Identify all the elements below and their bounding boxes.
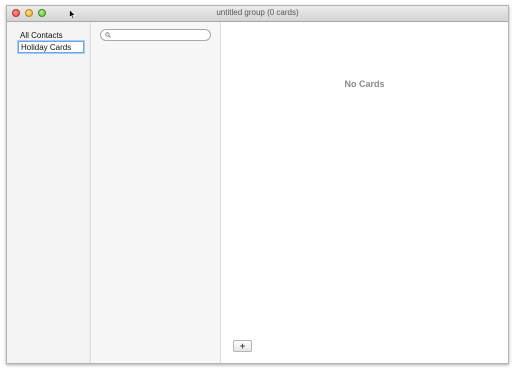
window-content: All Contacts No Cards + [7, 22, 508, 363]
search-field[interactable] [100, 29, 211, 41]
search-icon [105, 32, 111, 38]
window-title: untitled group (0 cards) [216, 8, 299, 17]
card-detail-pane: No Cards + [221, 22, 508, 363]
title-bar[interactable]: untitled group (0 cards) [7, 6, 508, 22]
search-input[interactable] [114, 30, 208, 40]
cards-list-pane [91, 22, 221, 363]
contacts-window: untitled group (0 cards) All Contacts No… [6, 5, 509, 364]
groups-sidebar: All Contacts [7, 22, 91, 363]
add-card-button[interactable]: + [233, 340, 252, 352]
mouse-pointer-icon [69, 9, 76, 20]
group-name-field[interactable] [18, 41, 84, 53]
no-cards-label: No Cards [344, 79, 385, 89]
group-item-all-contacts[interactable]: All Contacts [20, 31, 63, 40]
